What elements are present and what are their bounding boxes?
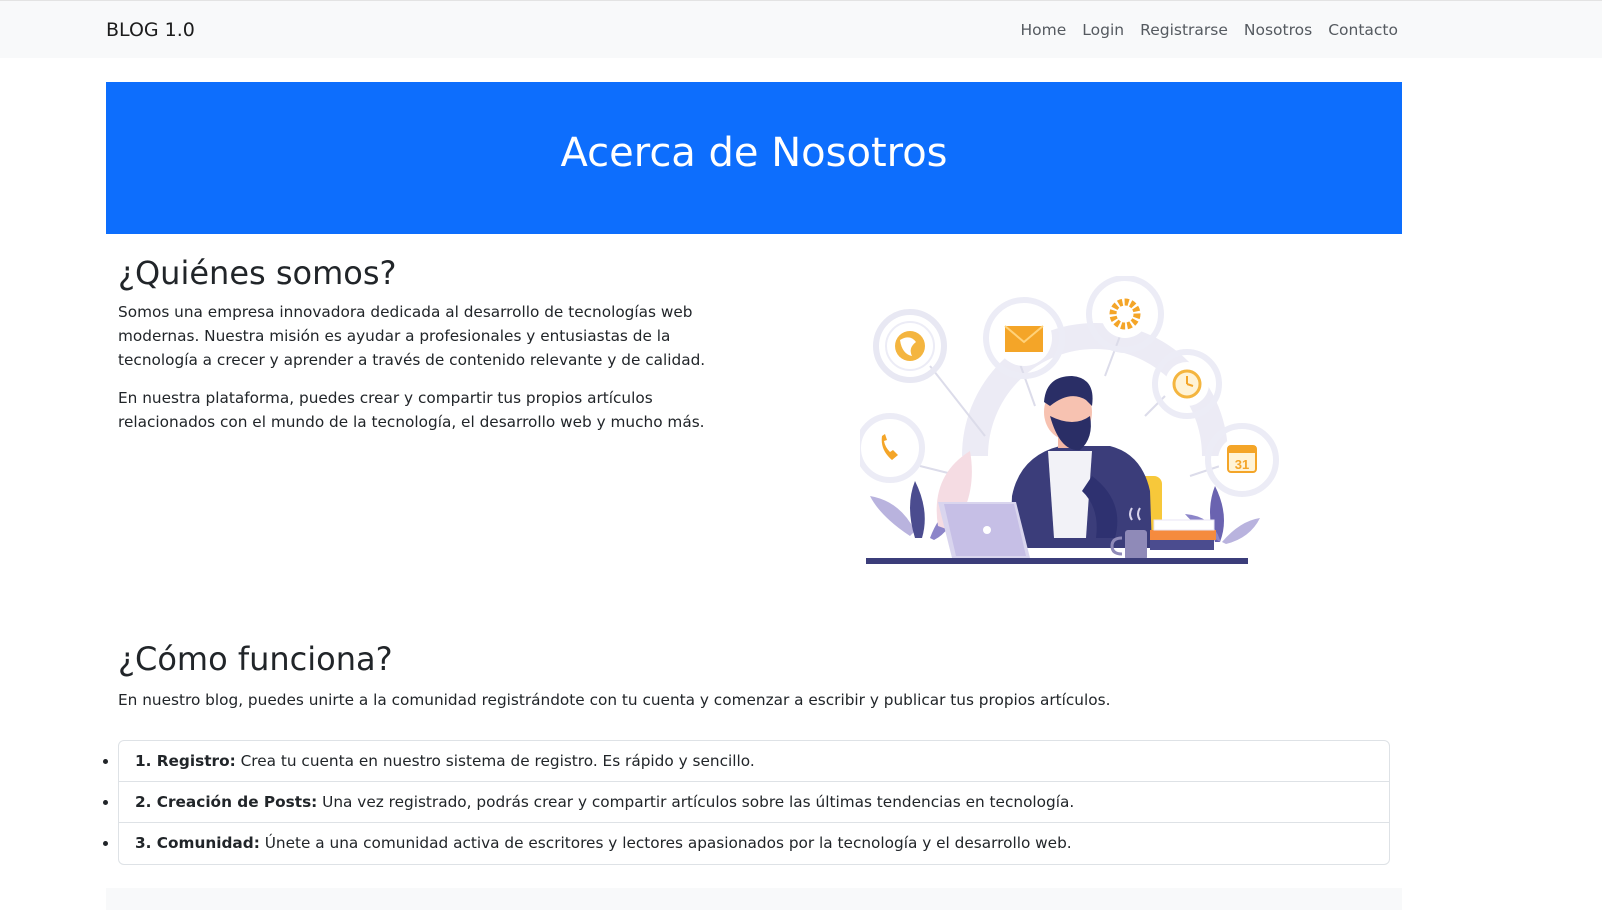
step-registro: 1. Registro: Crea tu cuenta en nuestro s… [119,741,1389,782]
step-creacion-posts: 2. Creación de Posts: Una vez registrado… [119,782,1389,823]
globe-icon [873,309,947,383]
steps-list: 1. Registro: Crea tu cuenta en nuestro s… [118,740,1390,865]
desk [866,558,1248,564]
step-label: 1. Registro: [135,752,236,770]
step-comunidad: 3. Comunidad: Únete a una comunidad acti… [119,823,1389,864]
brand-link[interactable]: BLOG 1.0 [106,19,195,41]
person [1010,376,1152,548]
developer-illustration: 31 [860,276,1279,564]
books [1150,519,1216,550]
footer [106,888,1402,910]
navbar: BLOG 1.0 Home Login Registrarse Nosotros… [0,0,1602,58]
step-label: 2. Creación de Posts: [135,793,318,811]
nav-nosotros[interactable]: Nosotros [1244,21,1312,39]
envelope-icon [983,297,1065,379]
how-intro: En nuestro blog, puedes unirte a la comu… [118,691,1111,709]
step-text: Una vez registrado, podrás crear y compa… [317,793,1075,811]
hero-title: Acerca de Nosotros [560,130,948,176]
calendar-day: 31 [1235,457,1249,472]
laptop-icon [938,502,1030,558]
nav-registrarse[interactable]: Registrarse [1140,21,1228,39]
about-paragraph-1: Somos una empresa innovadora dedicada al… [118,303,706,369]
nav-contacto[interactable]: Contacto [1328,21,1398,39]
how-heading: ¿Cómo funciona? [118,640,393,678]
nav-login[interactable]: Login [1082,21,1124,39]
phone-icon [860,413,925,483]
hero-banner: Acerca de Nosotros [106,82,1402,234]
nav-links: Home Login Registrarse Nosotros Contacto [1021,21,1398,39]
step-text: Únete a una comunidad activa de escritor… [259,834,1072,852]
nav-home[interactable]: Home [1021,21,1067,39]
about-paragraph-2: En nuestra plataforma, puedes crear y co… [118,389,705,431]
about-heading: ¿Quiénes somos? [118,254,397,292]
step-label: 3. Comunidad: [135,834,260,852]
calendar-icon: 31 [1205,423,1279,497]
step-text: Crea tu cuenta en nuestro sistema de reg… [235,752,755,770]
